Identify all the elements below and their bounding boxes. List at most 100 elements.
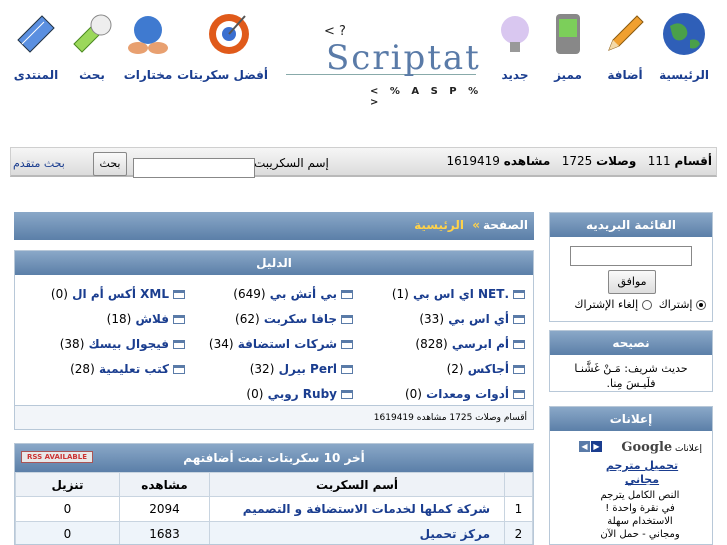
ads-label: إعلانات [675, 444, 702, 454]
nav-new[interactable]: جديد [485, 10, 545, 82]
pda-icon [556, 14, 580, 54]
nav-best-scripts[interactable]: أفضل سكربتات [177, 10, 268, 82]
dir-item[interactable]: أم ابرسي (828) [415, 337, 525, 351]
nav-search[interactable]: بحث [62, 10, 122, 82]
advice-line2: فلَيـسَ مِنا. [606, 377, 656, 390]
pencil-icon [608, 15, 644, 51]
unsubscribe-radio[interactable] [641, 300, 652, 310]
table-row: 1 شركة كملها لخدمات الاستضافة و التصميم … [15, 496, 533, 522]
email-field[interactable] [570, 246, 692, 266]
folder-icon [173, 315, 185, 324]
nav-best-scripts-label: أفضل سكربتات [177, 68, 268, 82]
latest-scripts-title: أخر 10 سكربتات تمت أضافتهم [183, 451, 365, 465]
dir-item[interactable]: أدوات ومعدات (0) [405, 387, 525, 401]
dir-item[interactable]: XML أكس أم ال (0) [51, 287, 185, 301]
next-arrow-icon[interactable]: ▶ [591, 441, 602, 452]
nav-featured[interactable]: مميز [538, 10, 598, 82]
site-stats: أقسام 111 وصلات 1725 مشاهده 1619419 [447, 154, 713, 168]
mailing-options: إشتراك إلغاء الإشتراك [574, 298, 706, 311]
col-name: أسم السكربت [209, 472, 505, 497]
search-bar: أقسام 111 وصلات 1725 مشاهده 1619419 إسم … [10, 147, 717, 178]
row-num: 1 [504, 496, 533, 522]
dir-item[interactable]: Perl بيرل (32) [250, 362, 353, 376]
dir-item[interactable]: Ruby روبي (0) [246, 387, 353, 401]
folder-icon [341, 390, 353, 399]
search-input[interactable] [133, 158, 255, 178]
dir-item[interactable]: فلاش (18) [107, 312, 185, 326]
nav-featured-label: مميز [554, 68, 582, 82]
advice-title: نصيحه [550, 331, 712, 355]
links-value: 1725 [561, 154, 593, 168]
row-num: 2 [504, 521, 533, 544]
breadcrumb-separator: » [472, 218, 480, 232]
folder-icon [513, 365, 525, 374]
nav-add[interactable]: أضافة [595, 10, 655, 82]
directory-panel: الدليل .NET اي اس بي (1) بي أتش بي (649)… [14, 250, 534, 430]
logo-word: Scriptat [326, 38, 481, 78]
ad-text: النص الكامل يترجم في نقرة واحدة ! الاستخ… [600, 490, 680, 540]
logo-tag: < % A S P % > [370, 86, 483, 108]
row-name-link[interactable]: شركة كملها لخدمات الاستضافة و التصميم [209, 496, 505, 522]
latest-scripts-panel: أخر 10 سكربتات تمت أضافتهم RSS AVAILABLE… [14, 443, 534, 545]
breadcrumb: الصفحة » الرئيسية [14, 212, 534, 240]
folder-icon [513, 340, 525, 349]
nav-home[interactable]: الرئيسية [654, 10, 714, 82]
latest-scripts-table: أسم السكربت مشاهده تنزيل 1 شركة كملها لخ… [15, 472, 533, 544]
breadcrumb-home[interactable]: الرئيسية [414, 218, 464, 232]
dir-item[interactable]: جافا سكربت (62) [235, 312, 353, 326]
directory-title: الدليل [15, 251, 533, 275]
row-views: 2094 [119, 496, 210, 522]
flashlight-icon [73, 14, 112, 53]
latest-scripts-header: أخر 10 سكربتات تمت أضافتهم RSS AVAILABLE [15, 444, 533, 472]
advice-panel: نصيحه حديث شريف: مَـنْ غَشَّنـا فلَيـسَ … [549, 330, 713, 392]
advice-text: حديث شريف: مَـنْ غَشَّنـا فلَيـسَ مِنا. [550, 361, 712, 391]
row-name-link[interactable]: مركز تحميل [209, 521, 505, 544]
sections-value: 111 [647, 154, 671, 168]
nav-forum[interactable]: المنتدى [6, 10, 66, 82]
book-icon [17, 15, 55, 53]
dir-item[interactable]: أي اس بي (33) [419, 312, 525, 326]
rss-badge[interactable]: RSS AVAILABLE [21, 451, 93, 463]
hands-globe-icon [128, 16, 168, 54]
folder-icon [513, 390, 525, 399]
dir-item[interactable]: فيجوال بيسك (38) [60, 337, 185, 351]
search-label: إسم السكريبت [254, 156, 329, 170]
subscribe-label: إشتراك [658, 298, 693, 311]
nav-picks[interactable]: مختارات [118, 10, 178, 82]
mailing-list-title: القائمة البريديه [550, 213, 712, 237]
unsubscribe-label: إلغاء الإشتراك [574, 298, 639, 311]
folder-icon [173, 340, 185, 349]
views-value: 1619419 [446, 154, 500, 168]
row-downloads: 0 [15, 521, 120, 544]
dir-item[interactable]: كتب تعليمية (28) [70, 362, 185, 376]
page: الرئيسية أضافة مميز جديد < ? Scriptat < … [0, 0, 727, 545]
ads-title: إعلانات [550, 407, 712, 431]
google-logo: Google [621, 440, 673, 455]
links-label: وصلات [596, 154, 637, 168]
subscribe-radio[interactable] [696, 300, 706, 310]
nav-search-label: بحث [79, 68, 105, 82]
col-downloads: تنزيل [15, 472, 120, 497]
mailing-ok-button[interactable]: موافق [608, 270, 656, 294]
nav-add-label: أضافة [607, 68, 643, 82]
col-num [504, 472, 533, 497]
prev-arrow-icon[interactable]: ◀ [579, 441, 590, 452]
ad-link[interactable]: تحميل مترجم مجاني [602, 459, 682, 487]
target-icon [209, 14, 249, 54]
scriptat-logo[interactable]: < ? Scriptat < % A S P % > [286, 14, 486, 108]
folder-icon [341, 315, 353, 324]
folder-icon [173, 365, 185, 374]
dir-item[interactable]: .NET اي اس بي (1) [392, 287, 525, 301]
dir-item[interactable]: بي أتش بي (649) [233, 287, 353, 301]
advanced-search-link[interactable]: بحث متقدم [13, 157, 65, 170]
breadcrumb-page[interactable]: الصفحة [483, 218, 528, 232]
folder-icon [173, 290, 185, 299]
folder-icon [513, 290, 525, 299]
nav-new-label: جديد [501, 68, 529, 82]
search-button[interactable]: بحث [93, 152, 127, 176]
dir-item[interactable]: أجاكس (2) [447, 362, 525, 376]
globe-icon [663, 13, 705, 55]
dir-item[interactable]: شركات استضافة (34) [209, 337, 353, 351]
folder-icon [341, 290, 353, 299]
col-views: مشاهده [119, 472, 210, 497]
